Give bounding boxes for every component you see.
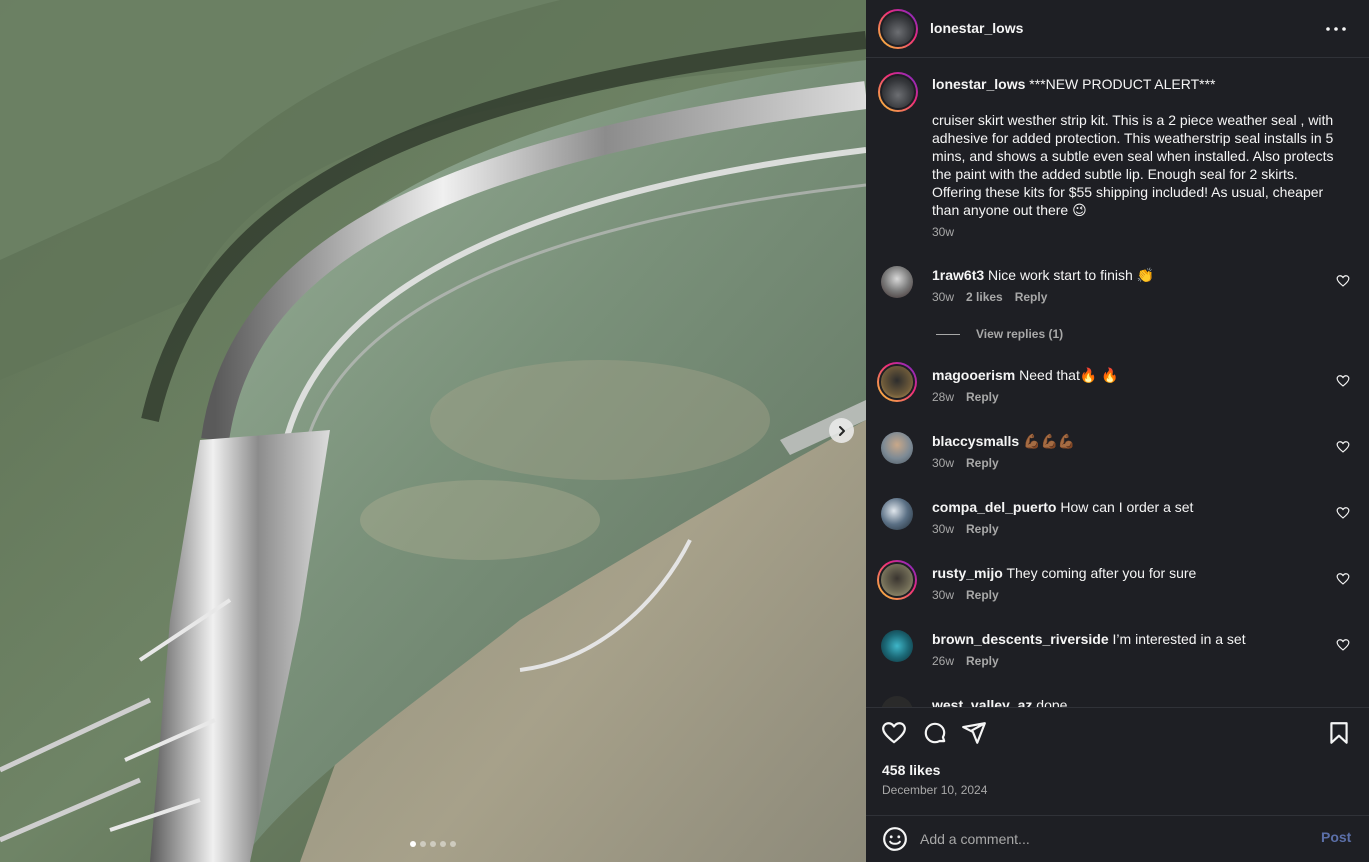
post-side-panel: lonestar_lows lonestar_lows ***NEW PRODU…	[866, 0, 1369, 862]
comment-time: 30w	[932, 522, 955, 536]
comment-time: 26w	[932, 654, 955, 668]
reply-button[interactable]: Reply	[966, 588, 999, 602]
reply-button[interactable]: Reply	[966, 390, 999, 404]
heart-icon[interactable]	[1336, 274, 1350, 288]
comment-item: magooerism Need that🔥 🔥 28w Reply	[866, 362, 1369, 426]
comment-text: dope	[1036, 697, 1068, 707]
bookmark-icon[interactable]	[1326, 720, 1352, 746]
heart-icon[interactable]	[1336, 638, 1350, 652]
author-username[interactable]: lonestar_lows	[930, 20, 1023, 36]
commenter-avatar[interactable]	[881, 630, 913, 662]
comment-username[interactable]: rusty_mijo	[932, 565, 1003, 581]
comment-time: 30w	[932, 456, 955, 470]
comment-input[interactable]	[920, 827, 1300, 851]
reply-button[interactable]: Reply	[966, 654, 999, 668]
commenter-avatar[interactable]	[881, 498, 913, 530]
add-comment-bar: Post	[866, 815, 1369, 862]
post-header: lonestar_lows	[866, 0, 1369, 58]
comments-list[interactable]: lonestar_lows ***NEW PRODUCT ALERT*** cr…	[866, 59, 1369, 707]
comment-item: blaccysmalls 💪🏾💪🏾💪🏾 30w Reply	[866, 432, 1369, 492]
commenter-avatar[interactable]	[881, 432, 913, 464]
slide-indicator	[410, 841, 456, 847]
post-actions: 458 likes December 10, 2024	[866, 707, 1369, 815]
likes-count[interactable]: 458 likes	[882, 762, 940, 778]
view-replies-label[interactable]: View replies (1)	[976, 327, 1063, 341]
heart-icon[interactable]	[881, 720, 907, 746]
comment-item: west_valley_az dope	[866, 696, 1369, 707]
view-replies-button[interactable]: View replies (1)	[936, 327, 1063, 341]
slide-dot	[410, 841, 416, 847]
comment-text: How can I order a set	[1060, 499, 1194, 515]
comment-username[interactable]: blaccysmalls	[932, 433, 1019, 449]
comment-item: brown_descents_riverside I’m interested …	[866, 630, 1369, 690]
post-comment-button[interactable]: Post	[1321, 829, 1351, 845]
slide-dot	[450, 841, 456, 847]
comment-time: 28w	[932, 390, 955, 404]
caption-username[interactable]: lonestar_lows	[932, 76, 1025, 92]
comment-icon[interactable]	[922, 720, 948, 746]
slide-dot	[430, 841, 436, 847]
chevron-right-icon	[838, 425, 845, 436]
caption-headline: ***NEW PRODUCT ALERT***	[1029, 76, 1216, 92]
heart-icon[interactable]	[1336, 440, 1350, 454]
comment-item: 1raw6t3 Nice work start to finish 👏 30w …	[866, 266, 1369, 326]
commenter-avatar[interactable]	[881, 266, 913, 298]
comment-username[interactable]: west_valley_az	[932, 697, 1032, 707]
slide-dot	[440, 841, 446, 847]
author-avatar[interactable]	[878, 9, 918, 49]
caption-body: cruiser skirt westher strip kit. This is…	[932, 112, 1334, 218]
emoji-icon[interactable]	[882, 826, 908, 852]
heart-icon[interactable]	[1336, 374, 1350, 388]
comment-text: Need that🔥 🔥	[1019, 367, 1119, 383]
share-icon[interactable]	[961, 720, 987, 746]
caption-avatar[interactable]	[878, 72, 918, 112]
comment-username[interactable]: brown_descents_riverside	[932, 631, 1109, 647]
reply-button[interactable]: Reply	[1015, 290, 1048, 304]
commenter-avatar[interactable]	[877, 362, 917, 402]
post-photo	[0, 0, 866, 862]
comment-username[interactable]: compa_del_puerto	[932, 499, 1056, 515]
replies-divider	[936, 333, 960, 335]
heart-icon[interactable]	[1336, 572, 1350, 586]
comment-text: 💪🏾💪🏾💪🏾	[1023, 433, 1076, 449]
slide-dot	[420, 841, 426, 847]
comment-likes[interactable]: 2 likes	[966, 290, 1003, 304]
heart-icon[interactable]	[1336, 506, 1350, 520]
comment-time: 30w	[932, 588, 955, 602]
comment-item: rusty_mijo They coming after you for sur…	[866, 560, 1369, 624]
post-media[interactable]	[0, 0, 866, 862]
comment-item: compa_del_puerto How can I order a set 3…	[866, 498, 1369, 558]
comment-time: 30w	[932, 290, 955, 304]
reply-button[interactable]: Reply	[966, 522, 999, 536]
comment-username[interactable]: 1raw6t3	[932, 267, 984, 283]
comment-text: I’m interested in a set	[1112, 631, 1246, 647]
reply-button[interactable]: Reply	[966, 456, 999, 470]
commenter-avatar[interactable]	[877, 560, 917, 600]
more-horizontal-icon[interactable]	[1324, 20, 1348, 38]
comment-text: Nice work start to finish 👏	[988, 267, 1155, 283]
next-slide-button[interactable]	[829, 418, 854, 443]
commenter-avatar[interactable]	[881, 696, 913, 707]
post-caption: lonestar_lows ***NEW PRODUCT ALERT*** cr…	[932, 75, 1342, 239]
comment-username[interactable]: magooerism	[932, 367, 1015, 383]
post-date: December 10, 2024	[882, 783, 988, 797]
caption-time: 30w	[932, 225, 955, 239]
comment-text: They coming after you for sure	[1006, 565, 1197, 581]
